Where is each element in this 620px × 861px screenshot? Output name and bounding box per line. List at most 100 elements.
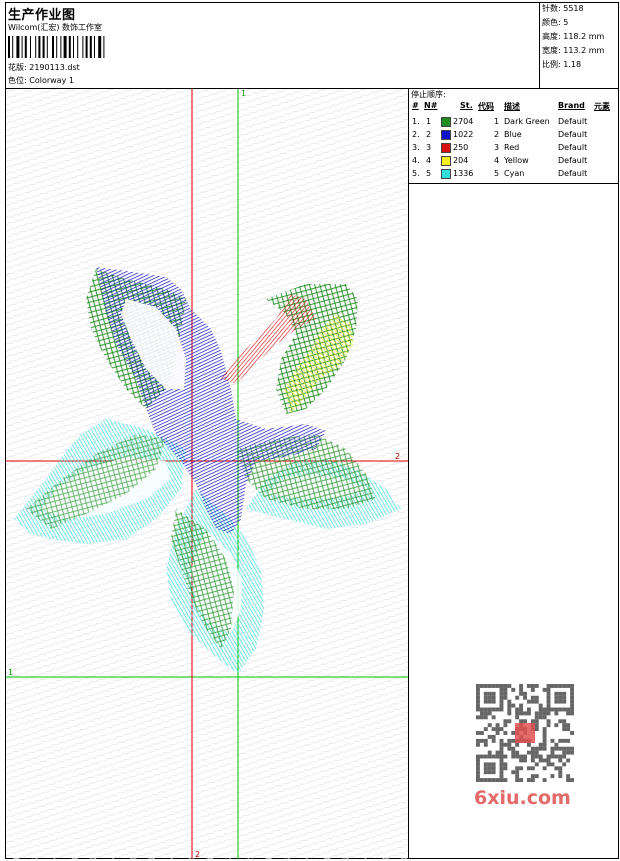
qr-module [479,754,484,759]
qr-module [491,762,496,767]
qr-module [511,754,516,759]
qr-module [499,746,504,751]
qr-module [476,758,480,763]
barcode-bar [89,36,92,58]
row-desc: Dark Green [504,117,550,126]
qr-module [554,691,559,696]
barcode-bar [82,36,84,58]
barcode-bar [73,36,74,58]
qr-module [519,684,524,688]
qr-module [491,778,496,782]
qr-module [476,687,480,692]
qr-module [542,778,547,782]
qr-module [530,687,535,692]
qr-module [534,750,539,755]
qr-module [511,687,516,692]
qr-module [507,746,512,751]
qr-module [511,770,516,775]
qr-module [562,719,567,724]
qr-module [495,778,500,782]
qr-module [542,742,547,747]
qr-module [519,703,524,708]
qr-module [570,691,574,696]
qr-module [487,734,492,739]
qr-module [523,711,527,716]
qr-module [476,707,480,712]
barcode-bar [42,36,45,58]
row-code: 2 [494,130,500,139]
qr-module [538,754,543,759]
barcode [8,36,105,58]
row-n: 4 [426,156,432,165]
qr-module [476,703,480,708]
qr-module [546,695,551,700]
qr-module [523,754,527,759]
qr-module [523,691,527,696]
barcode-bar [38,36,41,58]
qr-module [534,762,539,767]
qr-module [507,742,512,747]
qr-module [487,762,492,767]
qr-module [511,746,516,751]
qr-module [507,684,512,688]
qr-module [495,684,500,688]
qr-module [546,754,551,759]
qr-module [558,754,563,759]
row-n: 3 [426,143,432,152]
qr-module [511,731,516,735]
row-brand: Default [558,169,588,178]
qr-module [499,691,504,696]
stat-height: 高度: 118.2 mm [542,32,605,41]
qr-module [503,723,508,728]
qr-module [558,691,563,696]
qr-module [515,778,520,782]
color-swatch [441,130,451,140]
qr-module [515,754,520,759]
qr-module [554,699,559,704]
qr-module [519,687,524,692]
row-num: 4. [412,156,420,165]
qr-module [491,754,496,759]
qr-module [515,715,520,720]
qr-module [570,687,574,692]
qr-module [562,738,567,743]
barcode-bar [63,36,67,58]
green-vertical-guide-label: 1 [241,89,246,98]
qr-module [519,778,524,782]
qr-module [476,731,480,735]
qr-module [479,778,484,782]
design-file: 花版: 2190113.dst [8,63,80,72]
qr-module [476,715,480,720]
qr-module [534,723,539,728]
stat-stitches: 针数: 5518 [542,4,584,13]
qr-module [530,750,535,755]
qr-module [562,723,567,728]
qr-module [483,766,488,771]
stop-table-bottom-line [408,183,619,184]
qr-module [487,691,492,696]
qr-module [503,731,508,735]
row-code: 3 [494,143,500,152]
qr-module [487,770,492,775]
qr-module [526,742,531,747]
qr-module [503,778,508,782]
qr-module [487,684,492,688]
qr-module [534,727,539,732]
qr-module [491,738,496,743]
qr-module [511,750,516,755]
qr-module [511,703,516,708]
qr-module [566,723,571,728]
qr-module [530,684,535,688]
qr-module [558,758,563,763]
barcode-bar [85,36,88,58]
stats-block: 针数: 5518 颜色: 5 高度: 118.2 mm 宽度: 113.2 mm… [542,4,618,74]
barcode-bar [30,36,31,58]
qr-module [519,711,524,716]
green-horizontal-guide-label: 1 [8,668,13,677]
qr-module [499,703,504,708]
barcode-bar [46,36,48,58]
qr-module [507,703,512,708]
qr-module [495,723,500,728]
qr-module [511,738,516,743]
qr-module [476,691,480,696]
